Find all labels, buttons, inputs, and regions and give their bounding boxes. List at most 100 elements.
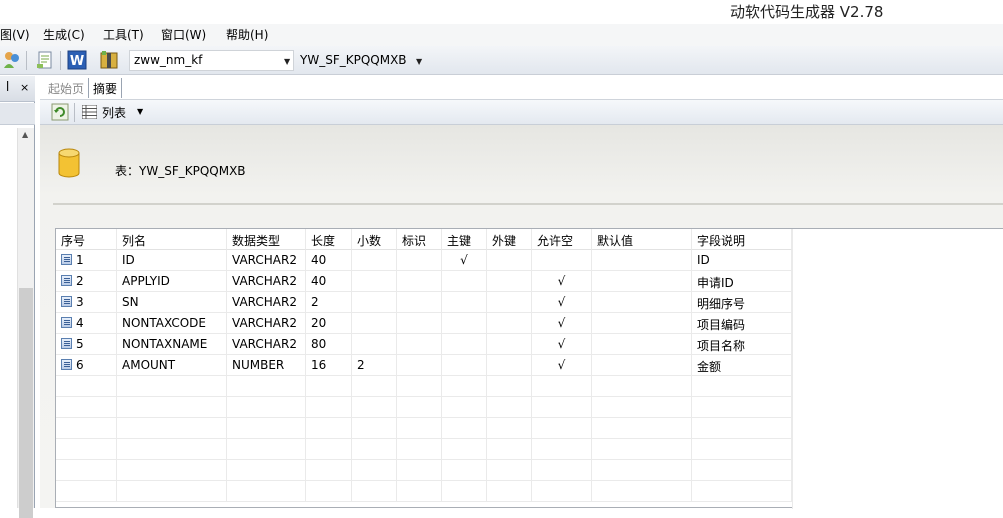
table-cell [442,292,487,313]
empty-cell [397,439,442,460]
empty-cell [397,418,442,439]
columns-grid[interactable]: 序号 列名 数据类型 长度 小数 标识 主键 外键 允许空 默认值 字段说明 1 ID VARCHAR2 4… [55,228,1003,509]
tab-divider [88,78,89,98]
empty-cell [532,397,592,418]
tab-bar: 起始页 摘要 [40,76,1003,100]
table-cell: NONTAXCODE [117,313,227,334]
table-cell [397,313,442,334]
table-cell [352,250,397,271]
empty-cell [352,460,397,481]
empty-cell [117,397,227,418]
column-header-length: 长度 [306,229,352,250]
row-icon [61,254,72,265]
column-header-pk: 主键 [442,229,487,250]
tab-summary[interactable]: 摘要 [93,80,117,97]
table-cell [487,271,532,292]
empty-cell [692,460,792,481]
chevron-down-icon[interactable]: ▼ [137,107,143,116]
menu-tools[interactable]: 工具(T) [103,26,144,43]
empty-cell [117,460,227,481]
table-cell: 金额 [692,355,792,376]
table-cell [442,334,487,355]
row-number: 4 [76,316,84,330]
tab-start-page[interactable]: 起始页 [48,80,84,97]
menu-bar: 图(V) 生成(C) 工具(T) 窗口(W) 帮助(H) [0,24,1003,46]
empty-cell [442,418,487,439]
table-cell: 项目编码 [692,313,792,334]
table-cell [592,355,692,376]
menu-help[interactable]: 帮助(H) [226,26,268,43]
pin-icon[interactable]: ꟾ [6,81,9,94]
table-cell: √ [532,292,592,313]
empty-cell [532,376,592,397]
row-number: 1 [76,253,84,267]
database-icon [58,148,80,178]
table-cell [487,334,532,355]
chevron-down-icon[interactable]: ▼ [284,57,290,66]
empty-cell [397,376,442,397]
main-toolbar: W zww_nm_kf ▼ YW_SF_KPQQMXB ▼ [0,46,1003,75]
empty-cell [117,439,227,460]
empty-cell [306,481,352,502]
menu-window[interactable]: 窗口(W) [161,26,206,43]
table-cell: 明细序号 [692,292,792,313]
title-bar: 动软代码生成器 V2.78 [0,0,1003,24]
empty-cell [227,460,306,481]
column-header-no: 序号 [56,229,117,250]
users-icon[interactable] [2,50,22,70]
table-cell: AMOUNT [117,355,227,376]
empty-cell [397,481,442,502]
word-icon[interactable]: W [67,50,87,70]
archive-icon[interactable] [99,50,119,70]
table-cell [442,313,487,334]
database-select[interactable]: zww_nm_kf [129,50,294,71]
table-cell [397,334,442,355]
table-cell: 项目名称 [692,334,792,355]
table-cell: 16 [306,355,352,376]
table-cell: VARCHAR2 [227,334,306,355]
empty-cell [397,460,442,481]
close-icon[interactable]: × [20,81,29,94]
scroll-up-icon[interactable]: ▲ [22,130,28,139]
grid-filler [792,229,1003,509]
table-row-header[interactable]: 2 [56,271,117,292]
refresh-icon[interactable] [51,103,69,121]
column-header-default: 默认值 [592,229,692,250]
table-row-header[interactable]: 5 [56,334,117,355]
table-select[interactable]: YW_SF_KPQQMXB [300,53,407,67]
menu-view[interactable]: 图(V) [0,26,30,43]
table-cell: 2 [306,292,352,313]
menu-generate[interactable]: 生成(C) [43,26,85,43]
empty-cell [56,481,117,502]
empty-cell [692,481,792,502]
scrollbar-thumb[interactable] [19,288,33,518]
chevron-down-icon[interactable]: ▼ [416,57,422,66]
column-header-nullable: 允许空 [532,229,592,250]
table-row-header[interactable]: 1 [56,250,117,271]
vertical-scrollbar[interactable]: ▲ [17,128,34,518]
table-cell: ID [117,250,227,271]
empty-cell [306,460,352,481]
table-cell [532,250,592,271]
empty-cell [56,460,117,481]
table-cell [487,250,532,271]
row-icon [61,338,72,349]
database-select-value: zww_nm_kf [134,53,203,67]
list-view-button[interactable]: 列表 [102,104,126,121]
table-cell [352,313,397,334]
empty-cell [117,376,227,397]
left-panel: ꟾ × ▲ [0,76,35,518]
empty-cell [117,481,227,502]
left-panel-toolbar [0,103,35,125]
toolbar-separator [26,51,27,70]
table-cell: VARCHAR2 [227,313,306,334]
table-cell: √ [442,250,487,271]
table-row-header[interactable]: 4 [56,313,117,334]
document-icon[interactable] [35,50,55,70]
table-cell: VARCHAR2 [227,292,306,313]
table-row-header[interactable]: 3 [56,292,117,313]
table-row-header[interactable]: 6 [56,355,117,376]
table-cell: VARCHAR2 [227,250,306,271]
table-cell: √ [532,334,592,355]
empty-cell [532,418,592,439]
